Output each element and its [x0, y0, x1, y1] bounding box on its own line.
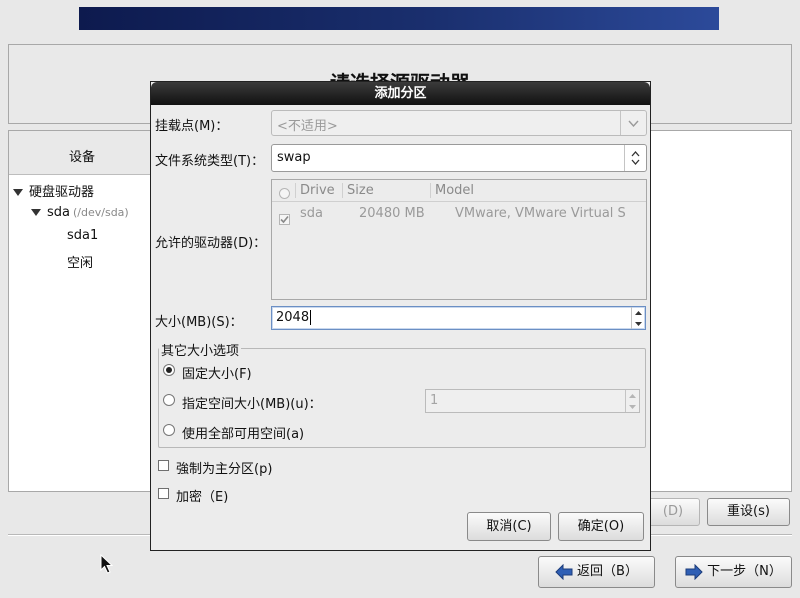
fixed-size-label[interactable]: 固定大小(F)	[182, 363, 252, 382]
header-radio-icon	[279, 188, 290, 199]
fill-to-spinbox[interactable]: 1	[425, 389, 640, 413]
column-drive: Drive	[300, 183, 335, 198]
mount-point-value: <不适用>	[277, 119, 338, 134]
tree-item-hard-drives[interactable]: 硬盘驱动器	[13, 181, 94, 200]
back-arrow-icon	[555, 563, 573, 580]
size-spinbox[interactable]: 2048	[271, 306, 646, 330]
spin-down-icon[interactable]	[626, 401, 639, 412]
fill-all-label[interactable]: 使用全部可用空间(a)	[182, 423, 304, 442]
spin-down-icon[interactable]	[632, 318, 645, 329]
next-button[interactable]: 下一步（N）	[675, 556, 792, 588]
drive-model: VMware, VMware Virtual S	[455, 206, 626, 221]
spin-arrows[interactable]	[625, 390, 639, 412]
delete-button[interactable]: (D)	[646, 498, 700, 526]
size-value: 2048	[276, 310, 310, 325]
drive-size: 20480 MB	[359, 206, 425, 221]
size-label: 大小(MB)(S)：	[155, 315, 243, 330]
column-model: Model	[435, 183, 475, 198]
encrypt-checkbox[interactable]	[158, 488, 169, 499]
fs-type-select[interactable]: swap	[271, 144, 647, 172]
fs-type-label: 文件系统类型(T)：	[155, 154, 265, 169]
drives-table[interactable]: Drive Size Model sda 20480 MB VMware, VM…	[271, 179, 647, 300]
drives-label: 允许的驱动器(D)：	[155, 236, 267, 251]
fill-to-value: 1	[430, 393, 439, 408]
updown-icon	[624, 145, 646, 171]
chevron-down-icon	[620, 111, 646, 135]
tree-item-label: sda	[47, 205, 70, 220]
tree-item-label: 硬盘驱动器	[29, 185, 95, 200]
spin-up-icon[interactable]	[626, 390, 639, 401]
reset-button[interactable]: 重设(s)	[707, 498, 790, 526]
tree-item-label: 空闲	[67, 256, 94, 271]
column-size: Size	[347, 183, 374, 198]
mouse-cursor-icon	[100, 554, 114, 574]
force-primary-label[interactable]: 強制为主分区(p)	[176, 458, 272, 477]
tree-item-free[interactable]: 空闲	[67, 252, 93, 271]
drive-checkbox[interactable]	[279, 214, 290, 225]
ok-button[interactable]: 确定(O)	[558, 512, 644, 541]
fill-all-radio[interactable]	[163, 424, 175, 436]
expand-triangle-icon[interactable]	[13, 189, 23, 196]
add-partition-dialog: 添加分区 挂载点(M)： <不适用> 文件系统类型(T)： swap 允许的驱动…	[150, 81, 651, 551]
encrypt-label[interactable]: 加密（E)	[176, 486, 228, 505]
other-size-options-legend: 其它大小选项	[159, 340, 242, 359]
mount-point-combo[interactable]: <不适用>	[271, 110, 647, 136]
size-input[interactable]: 2048	[276, 310, 312, 325]
spin-arrows[interactable]	[631, 307, 645, 329]
tree-item-sda1[interactable]: sda1	[67, 228, 98, 243]
next-label: 下一步（N）	[707, 564, 782, 579]
drives-table-header: Drive Size Model	[272, 180, 646, 202]
mount-point-label: 挂载点(M)：	[155, 119, 229, 134]
back-label: 返回（B）	[577, 564, 638, 579]
spin-up-icon[interactable]	[632, 307, 645, 318]
fs-type-value: swap	[277, 150, 311, 165]
device-column-header[interactable]: 设备	[9, 131, 151, 175]
cancel-button[interactable]: 取消(C)	[467, 512, 551, 541]
force-primary-checkbox[interactable]	[158, 460, 169, 471]
drive-name: sda	[300, 206, 323, 221]
fixed-size-radio[interactable]	[163, 364, 175, 376]
back-button[interactable]: 返回（B）	[538, 556, 655, 588]
fill-to-radio[interactable]	[163, 394, 175, 406]
disk-path: (/dev/sda)	[73, 206, 129, 219]
table-row[interactable]: sda 20480 MB VMware, VMware Virtual S	[272, 203, 646, 227]
tree-item-label: sda1	[67, 228, 99, 243]
dialog-title: 添加分区	[151, 82, 650, 105]
top-banner	[79, 7, 719, 30]
next-arrow-icon	[685, 563, 703, 580]
expand-triangle-icon[interactable]	[31, 209, 41, 216]
fill-to-label[interactable]: 指定空间大小(MB)(u)：	[182, 393, 322, 412]
tree-item-sda[interactable]: sda (/dev/sda)	[31, 205, 129, 220]
device-column-label: 设备	[69, 150, 96, 165]
